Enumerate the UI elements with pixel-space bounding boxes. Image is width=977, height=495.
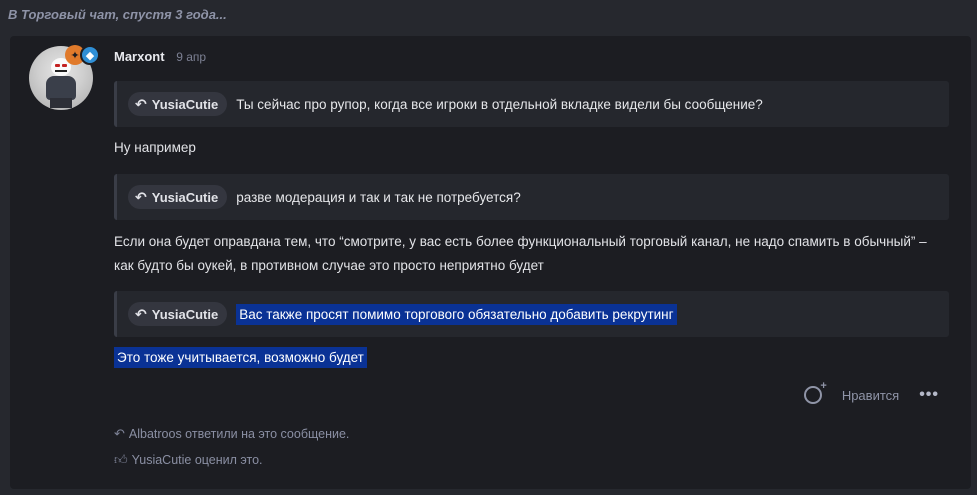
quote-block: ↶ YusiaCutie Вас также просят помимо тор… [114, 291, 949, 337]
post-date[interactable]: 9 апр [176, 50, 206, 64]
avatar[interactable]: ✦ ◆ [29, 45, 100, 112]
quote-author-chip[interactable]: ↶ YusiaCutie [128, 185, 228, 209]
add-reaction-icon[interactable]: + [803, 380, 827, 404]
post-paragraph: Это тоже учитывается, возможно будет [114, 346, 367, 370]
selected-text: Это тоже учитывается, возможно будет [114, 347, 367, 368]
post-card: ✦ ◆ Marxont 9 апр ↶ YusiaCutie Ты сейчас… [10, 36, 971, 489]
post-actions: + Нравится ••• [803, 380, 939, 404]
reply-arrow-icon: ↶ [135, 305, 147, 322]
avatar-body [46, 76, 76, 100]
quote-author: YusiaCutie [151, 189, 219, 205]
reacted-text[interactable]: YusiaCutie оценил это. [132, 453, 263, 467]
quote-text-selected: Вас также просят помимо торгового обязат… [236, 303, 677, 325]
like-button[interactable]: Нравится [842, 388, 899, 403]
more-options-icon[interactable]: ••• [919, 386, 939, 404]
post-paragraph: Ну например [114, 140, 196, 155]
quote-block: ↶ YusiaCutie Ты сейчас про рупор, когда … [114, 81, 949, 127]
reply-arrow-icon: ↶ [114, 426, 125, 441]
post-author: Marxont 9 апр [114, 49, 206, 64]
thumbs-up-icon: 👍︎ [114, 452, 128, 467]
quote-text: Ты сейчас про рупор, когда все игроки в … [236, 96, 763, 112]
post-paragraph: Если она будет оправдана тем, что “смотр… [114, 234, 927, 249]
quote-author-chip[interactable]: ↶ YusiaCutie [128, 302, 228, 326]
author-name[interactable]: Marxont [114, 49, 165, 64]
replied-text[interactable]: Albatroos ответили на это сообщение. [129, 427, 349, 441]
quote-block: ↶ YusiaCutie разве модерация и так и так… [114, 174, 949, 220]
replied-notice: ↶ Albatroos ответили на это сообщение. [114, 426, 349, 442]
avatar-legs [50, 98, 72, 108]
topic-header[interactable]: В Торговый чат, спустя 3 года... [8, 7, 227, 22]
diamond-icon[interactable]: ◆ [80, 45, 100, 65]
post-paragraph: как будто бы оукей, в противном случае э… [114, 258, 544, 273]
quote-text: разве модерация и так и так не потребует… [236, 189, 521, 205]
reply-arrow-icon: ↶ [135, 188, 147, 205]
reaction-notice: 👍︎ YusiaCutie оценил это. [114, 452, 263, 468]
reply-arrow-icon: ↶ [135, 95, 147, 112]
quote-author: YusiaCutie [151, 306, 219, 322]
quote-author: YusiaCutie [151, 96, 219, 112]
quote-author-chip[interactable]: ↶ YusiaCutie [128, 92, 228, 116]
